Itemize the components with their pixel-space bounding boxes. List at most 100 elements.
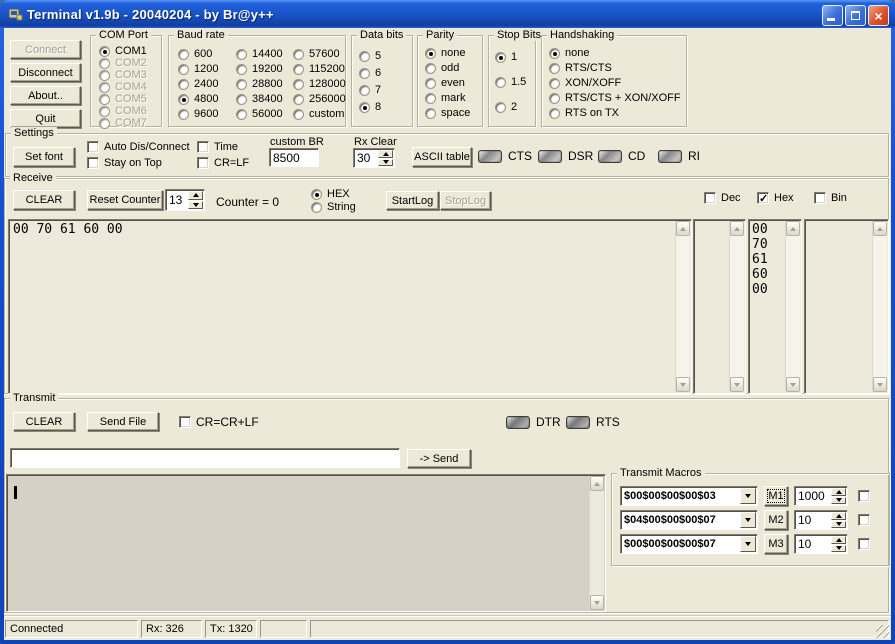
scroll-down-icon[interactable]	[730, 377, 744, 392]
spin-down-button[interactable]	[831, 545, 846, 553]
radio-circle[interactable]	[311, 189, 322, 200]
checkbox-box[interactable]	[704, 192, 716, 204]
radio-hs-rtscts-xonxoff[interactable]: RTS/CTS + XON/XOFF	[549, 92, 681, 104]
radio-circle[interactable]	[359, 85, 370, 96]
scroll-down-icon[interactable]	[873, 377, 887, 392]
set-font-button[interactable]: Set font	[13, 147, 75, 167]
radio-parity-odd[interactable]: odd	[425, 62, 459, 74]
macro2-dropdown[interactable]: $04$00$00$00$07	[620, 510, 758, 530]
send-button[interactable]: -> Send	[407, 449, 471, 468]
macro3-interval-spinner[interactable]: 10	[794, 534, 848, 554]
radio-baud-38400[interactable]: 38400	[236, 93, 283, 105]
checkbox-auto-disconnect[interactable]: Auto Dis/Connect	[87, 141, 190, 153]
radio-hs-rts-on-tx[interactable]: RTS on TX	[549, 107, 619, 119]
radio-circle[interactable]	[293, 94, 304, 105]
radio-circle[interactable]	[495, 102, 506, 113]
radio-circle[interactable]	[425, 93, 436, 104]
radio-circle[interactable]	[549, 108, 560, 119]
minimize-button[interactable]	[822, 5, 843, 26]
macro3-repeat-checkbox[interactable]	[858, 538, 870, 550]
checkbox-box[interactable]	[87, 157, 99, 169]
radio-parity-space[interactable]: space	[425, 107, 470, 119]
scroll-down-icon[interactable]	[676, 377, 690, 392]
dropdown-arrow-icon[interactable]	[740, 512, 756, 528]
rts-led-icon[interactable]	[566, 416, 590, 429]
m2-button[interactable]: M2	[764, 510, 788, 530]
checkbox-bin[interactable]: Bin	[814, 192, 847, 204]
radio-circle[interactable]	[425, 78, 436, 89]
radio-circle[interactable]	[236, 64, 247, 75]
radio-circle[interactable]	[425, 63, 436, 74]
transmit-editor-scrollbar[interactable]	[589, 476, 604, 610]
radio-stopbits-1[interactable]: 1	[495, 51, 517, 63]
rx-clear-spinner[interactable]: 30	[353, 148, 395, 168]
radio-baud-56000[interactable]: 56000	[236, 108, 283, 120]
radio-baud-9600[interactable]: 9600	[178, 108, 218, 120]
connect-button[interactable]: Connect	[10, 40, 81, 59]
radio-circle[interactable]	[495, 77, 506, 88]
radio-circle[interactable]	[178, 49, 189, 60]
radio-parity-none[interactable]: none	[425, 47, 465, 59]
scroll-up-icon[interactable]	[873, 221, 887, 236]
radio-baud-19200[interactable]: 19200	[236, 63, 283, 75]
checkbox-dec[interactable]: Dec	[704, 192, 741, 204]
spin-down-button[interactable]	[378, 159, 393, 167]
radio-circle[interactable]	[178, 64, 189, 75]
radio-com1-circle[interactable]	[99, 46, 110, 57]
stop-log-button[interactable]: StopLog	[440, 191, 491, 210]
checkbox-stay-on-top[interactable]: Stay on Top	[87, 157, 162, 169]
transmit-clear-button[interactable]: CLEAR	[13, 412, 75, 431]
dtr-led-icon[interactable]	[506, 416, 530, 429]
spin-up-button[interactable]	[188, 191, 203, 200]
radio-circle[interactable]	[236, 109, 247, 120]
radio-circle[interactable]	[549, 48, 560, 59]
radio-circle[interactable]	[236, 79, 247, 90]
dropdown-arrow-icon[interactable]	[740, 536, 756, 552]
radio-baud-14400[interactable]: 14400	[236, 48, 283, 60]
dec-column-scrollbar[interactable]	[729, 221, 744, 392]
receive-data-area[interactable]: 00 70 61 60 00	[8, 219, 692, 394]
custom-br-input[interactable]	[269, 148, 319, 167]
radio-parity-even[interactable]: even	[425, 77, 465, 89]
radio-baud-custom[interactable]: custom	[293, 108, 344, 120]
macro3-dropdown[interactable]: $00$00$00$00$07	[620, 534, 758, 554]
checkbox-box[interactable]	[179, 416, 191, 428]
radio-baud-600[interactable]: 600	[178, 48, 212, 60]
radio-baud-2400[interactable]: 2400	[178, 78, 218, 90]
radio-circle[interactable]	[293, 64, 304, 75]
send-file-button[interactable]: Send File	[87, 412, 159, 431]
checkbox-box[interactable]	[87, 141, 99, 153]
spin-down-button[interactable]	[188, 201, 203, 210]
radio-hs-xonxoff[interactable]: XON/XOFF	[549, 77, 621, 89]
radio-stopbits-2[interactable]: 2	[495, 101, 517, 113]
checkbox-cr-cr-lf[interactable]: CR=CR+LF	[179, 415, 259, 429]
disconnect-button[interactable]: Disconnect	[10, 63, 81, 82]
radio-display-hex[interactable]: HEX	[311, 188, 350, 200]
checkbox-hex[interactable]: Hex	[757, 192, 794, 204]
radio-circle[interactable]	[549, 63, 560, 74]
radio-circle[interactable]	[293, 79, 304, 90]
scroll-up-icon[interactable]	[730, 221, 744, 236]
radio-databits-7[interactable]: 7	[359, 84, 381, 96]
radio-circle[interactable]	[293, 109, 304, 120]
spin-down-button[interactable]	[831, 521, 846, 529]
checkbox-box[interactable]	[757, 192, 769, 204]
scroll-up-icon[interactable]	[676, 221, 690, 236]
radio-baud-1200[interactable]: 1200	[178, 63, 218, 75]
scroll-down-icon[interactable]	[590, 595, 604, 610]
bytes-per-line-spinner[interactable]: 13	[165, 189, 205, 211]
m3-button[interactable]: M3	[764, 534, 788, 554]
about-button[interactable]: About..	[10, 86, 81, 105]
resize-grip[interactable]	[876, 625, 889, 638]
radio-baud-57600[interactable]: 57600	[293, 48, 340, 60]
scroll-up-icon[interactable]	[786, 221, 800, 236]
macro1-repeat-checkbox[interactable]	[858, 490, 870, 502]
quit-button[interactable]: Quit	[10, 109, 81, 128]
radio-circle[interactable]	[236, 94, 247, 105]
radio-hs-rtscts[interactable]: RTS/CTS	[549, 62, 612, 74]
spin-up-button[interactable]	[831, 536, 846, 544]
reset-counter-button[interactable]: Reset Counter	[87, 190, 163, 210]
spin-down-button[interactable]	[831, 497, 846, 505]
receive-scrollbar[interactable]	[675, 221, 690, 392]
radio-circle[interactable]	[359, 68, 370, 79]
